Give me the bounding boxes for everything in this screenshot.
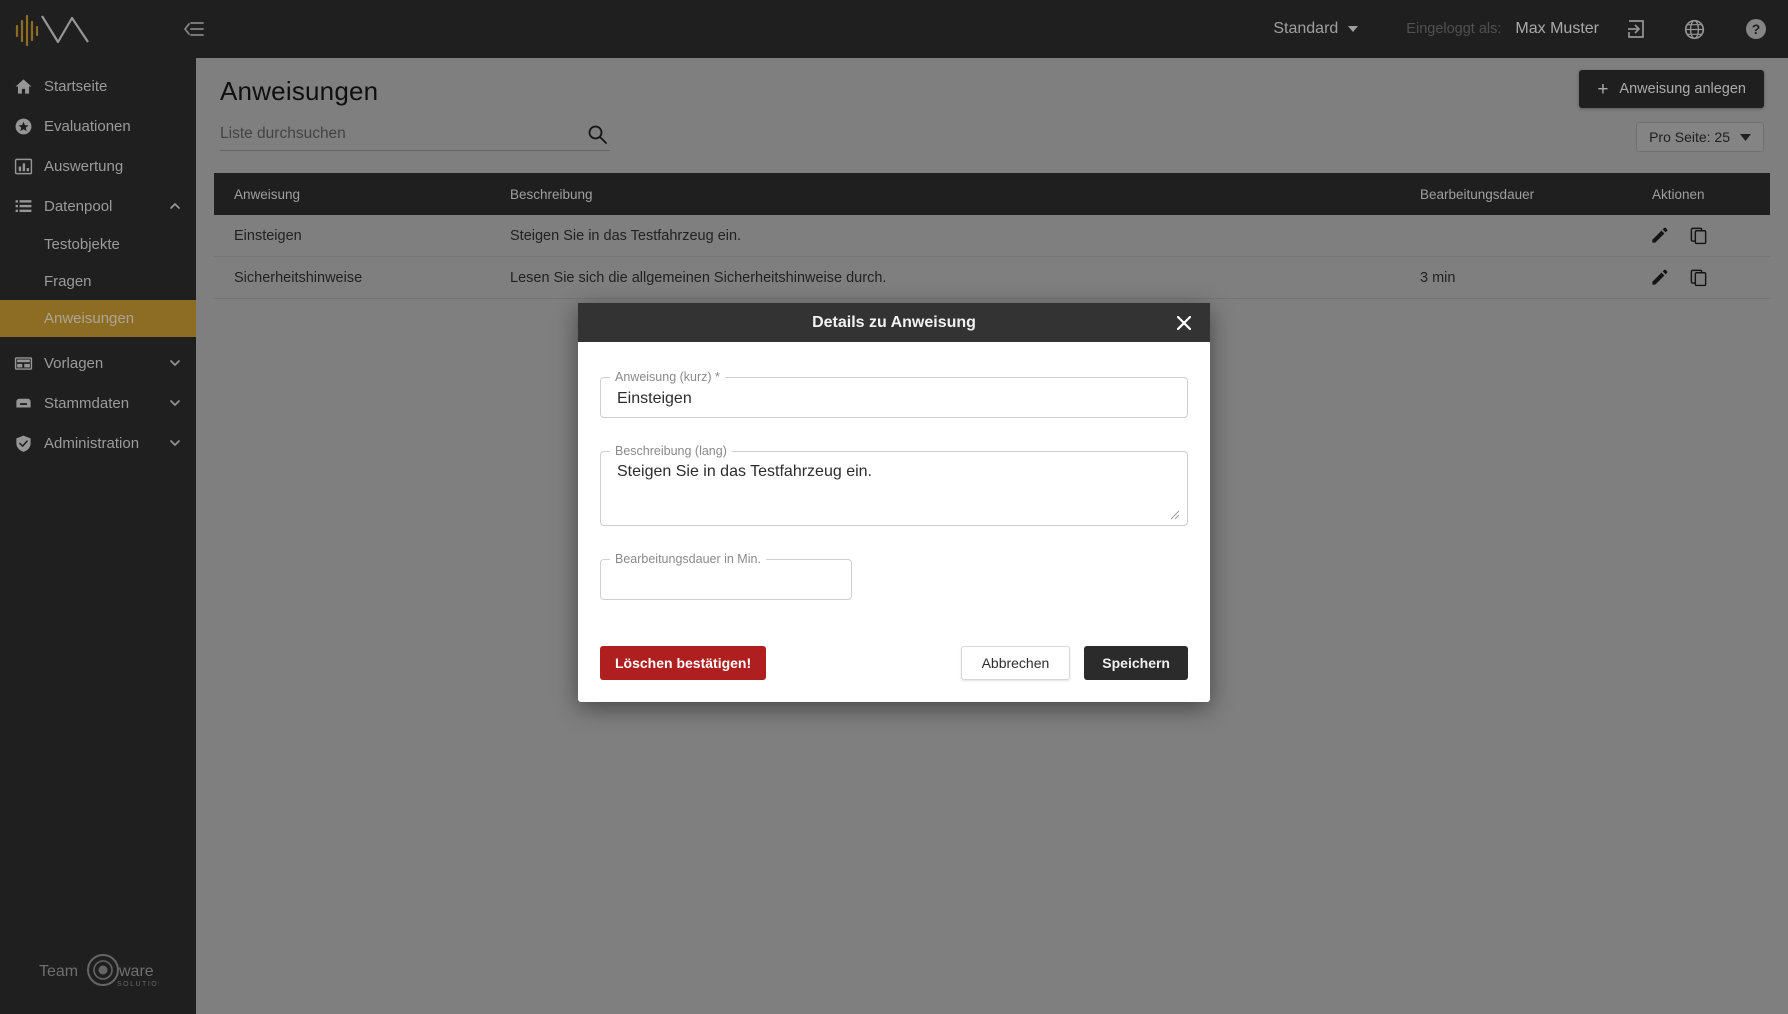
anweisung-details-dialog: Details zu Anweisung Anweisung (kurz) * … [578, 303, 1210, 702]
field-anweisung-kurz: Anweisung (kurz) * [600, 370, 1188, 418]
modal-body: Anweisung (kurz) * Beschreibung (lang) S… [578, 342, 1210, 632]
field-beschreibung-lang-outline: Beschreibung (lang) Steigen Sie in das T… [600, 444, 1188, 526]
delete-confirm-button[interactable]: Löschen bestätigen! [600, 646, 767, 680]
field-beschreibung-lang: Beschreibung (lang) Steigen Sie in das T… [600, 444, 1188, 526]
close-icon[interactable] [1174, 313, 1194, 333]
resize-handle-icon[interactable] [1170, 510, 1180, 520]
bearbeitungsdauer-input[interactable] [601, 566, 851, 596]
field-beschreibung-lang-label: Beschreibung (lang) [615, 444, 727, 458]
field-bearbeitungsdauer-label: Bearbeitungsdauer in Min. [615, 552, 761, 566]
modal-header: Details zu Anweisung [578, 303, 1210, 342]
beschreibung-lang-textarea[interactable]: Steigen Sie in das Testfahrzeug ein. [601, 458, 1187, 522]
cancel-button[interactable]: Abbrechen [960, 646, 1071, 680]
save-button[interactable]: Speichern [1084, 646, 1188, 680]
modal-title: Details zu Anweisung [812, 313, 976, 331]
field-bearbeitungsdauer: Bearbeitungsdauer in Min. [600, 552, 852, 600]
application-root: Standard Eingeloggt als: Max Muster ? St… [0, 0, 1788, 1014]
field-bearbeitungsdauer-outline: Bearbeitungsdauer in Min. [600, 552, 852, 600]
field-anweisung-kurz-outline: Anweisung (kurz) * [600, 370, 1188, 418]
modal-footer: Löschen bestätigen! Abbrechen Speichern [578, 632, 1210, 702]
field-anweisung-kurz-label: Anweisung (kurz) * [615, 370, 720, 384]
anweisung-kurz-input[interactable] [601, 384, 1187, 414]
